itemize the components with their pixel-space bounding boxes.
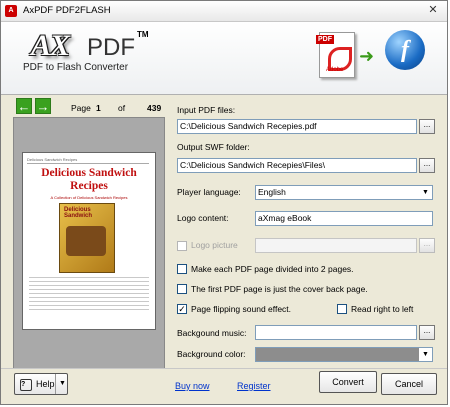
buy-now-link[interactable]: Buy now <box>175 381 210 391</box>
background-music-label: Backgound music: <box>177 328 247 338</box>
right-to-left-label: Read right to left <box>351 304 414 314</box>
logo-picture-checkbox[interactable] <box>177 241 187 251</box>
book-cover-image: Delicious Sandwich <box>59 203 115 273</box>
player-language-select[interactable]: English ▼ <box>255 185 433 200</box>
thumbnail-subtitle: A Collection of Delicious Sandwich Recip… <box>50 195 128 200</box>
page-label: Page <box>71 103 91 113</box>
logo-picture-field[interactable] <box>255 238 417 253</box>
background-color-label: Background color: <box>177 349 246 359</box>
thumbnail-title: Delicious Sandwich Recipes <box>41 167 137 192</box>
page-preview: Delicious Sandwich Recipes Delicious San… <box>13 117 165 369</box>
background-music-browse-button[interactable]: ... <box>419 325 435 340</box>
divide-pages-label: Make each PDF page divided into 2 pages. <box>191 264 354 274</box>
logo-content-field[interactable]: aXmag eBook <box>255 211 433 226</box>
next-page-button[interactable]: → <box>35 98 51 114</box>
chevron-down-icon: ▼ <box>422 189 429 196</box>
help-icon: ? <box>20 378 32 391</box>
adobe-label: Adobe <box>326 67 344 73</box>
app-window: A AxPDF PDF2FLASH ✕ AX PDF TM PDF to Fla… <box>0 0 448 405</box>
background-color-picker[interactable]: ▼ <box>255 347 433 362</box>
window-title: AxPDF PDF2FLASH <box>23 5 111 16</box>
input-pdf-field[interactable]: C:\Delicious Sandwich Recepies.pdf <box>177 119 417 134</box>
footer-divider <box>1 368 447 369</box>
book-cover-title: Delicious Sandwich <box>64 207 93 219</box>
of-label: of <box>118 103 126 113</box>
thumbnail-text-lines <box>29 277 149 313</box>
chevron-down-icon[interactable]: ▼ <box>55 374 69 394</box>
right-to-left-checkbox[interactable] <box>337 304 347 314</box>
thumbnail-header: Delicious Sandwich Recipes <box>27 157 149 164</box>
chevron-down-icon: ▼ <box>419 348 432 361</box>
flip-sound-label: Page flipping sound effect. <box>191 304 292 314</box>
total-pages: 439 <box>147 103 162 113</box>
cover-page-label: The first PDF page is just the cover bac… <box>191 284 368 294</box>
sandwich-image <box>66 226 106 256</box>
output-folder-label: Output SWF folder: <box>177 142 250 152</box>
flash-icon: f <box>385 30 425 70</box>
cancel-button[interactable]: Cancel <box>381 373 437 395</box>
title-bar: A AxPDF PDF2FLASH ✕ <box>1 1 447 22</box>
player-language-label: Player language: <box>177 187 241 197</box>
app-subtitle: PDF to Flash Converter <box>23 62 129 73</box>
cover-page-checkbox[interactable] <box>177 284 187 294</box>
previous-page-button[interactable]: ← <box>16 98 32 114</box>
background-music-field[interactable] <box>255 325 417 340</box>
help-label: Help <box>36 379 55 389</box>
close-button[interactable]: ✕ <box>426 4 440 17</box>
page-thumbnail: Delicious Sandwich Recipes Delicious San… <box>22 152 156 330</box>
pdf-tag: PDF <box>316 35 334 44</box>
flip-sound-checkbox[interactable]: ✓ <box>177 304 187 314</box>
input-pdf-label: Input PDF files: <box>177 105 236 115</box>
logo-trademark: TM <box>137 30 149 39</box>
player-language-value: English <box>258 187 286 197</box>
pdf-document-icon: PDF Adobe <box>316 32 355 78</box>
output-folder-field[interactable]: C:\Delicious Sandwich Recepies\Files\ <box>177 158 417 173</box>
convert-button[interactable]: Convert <box>319 371 377 393</box>
input-pdf-browse-button[interactable]: ... <box>419 119 435 134</box>
logo-content-label: Logo content: <box>177 213 229 223</box>
logo-ax: AX <box>31 29 70 62</box>
divide-pages-checkbox[interactable] <box>177 264 187 274</box>
output-folder-browse-button[interactable]: ... <box>419 158 435 173</box>
current-page-number: 1 <box>96 103 101 113</box>
banner: AX PDF TM PDF to Flash Converter PDF Ado… <box>1 22 447 95</box>
logo-picture-label: Logo picture <box>191 240 238 250</box>
logo-pdf: PDF <box>87 34 135 61</box>
register-link[interactable]: Register <box>237 381 271 391</box>
app-icon: A <box>5 5 17 17</box>
help-button[interactable]: ? Help ▼ <box>14 373 68 395</box>
logo-picture-browse-button[interactable]: ... <box>419 238 435 253</box>
right-arrow-icon: ➜ <box>359 46 375 66</box>
